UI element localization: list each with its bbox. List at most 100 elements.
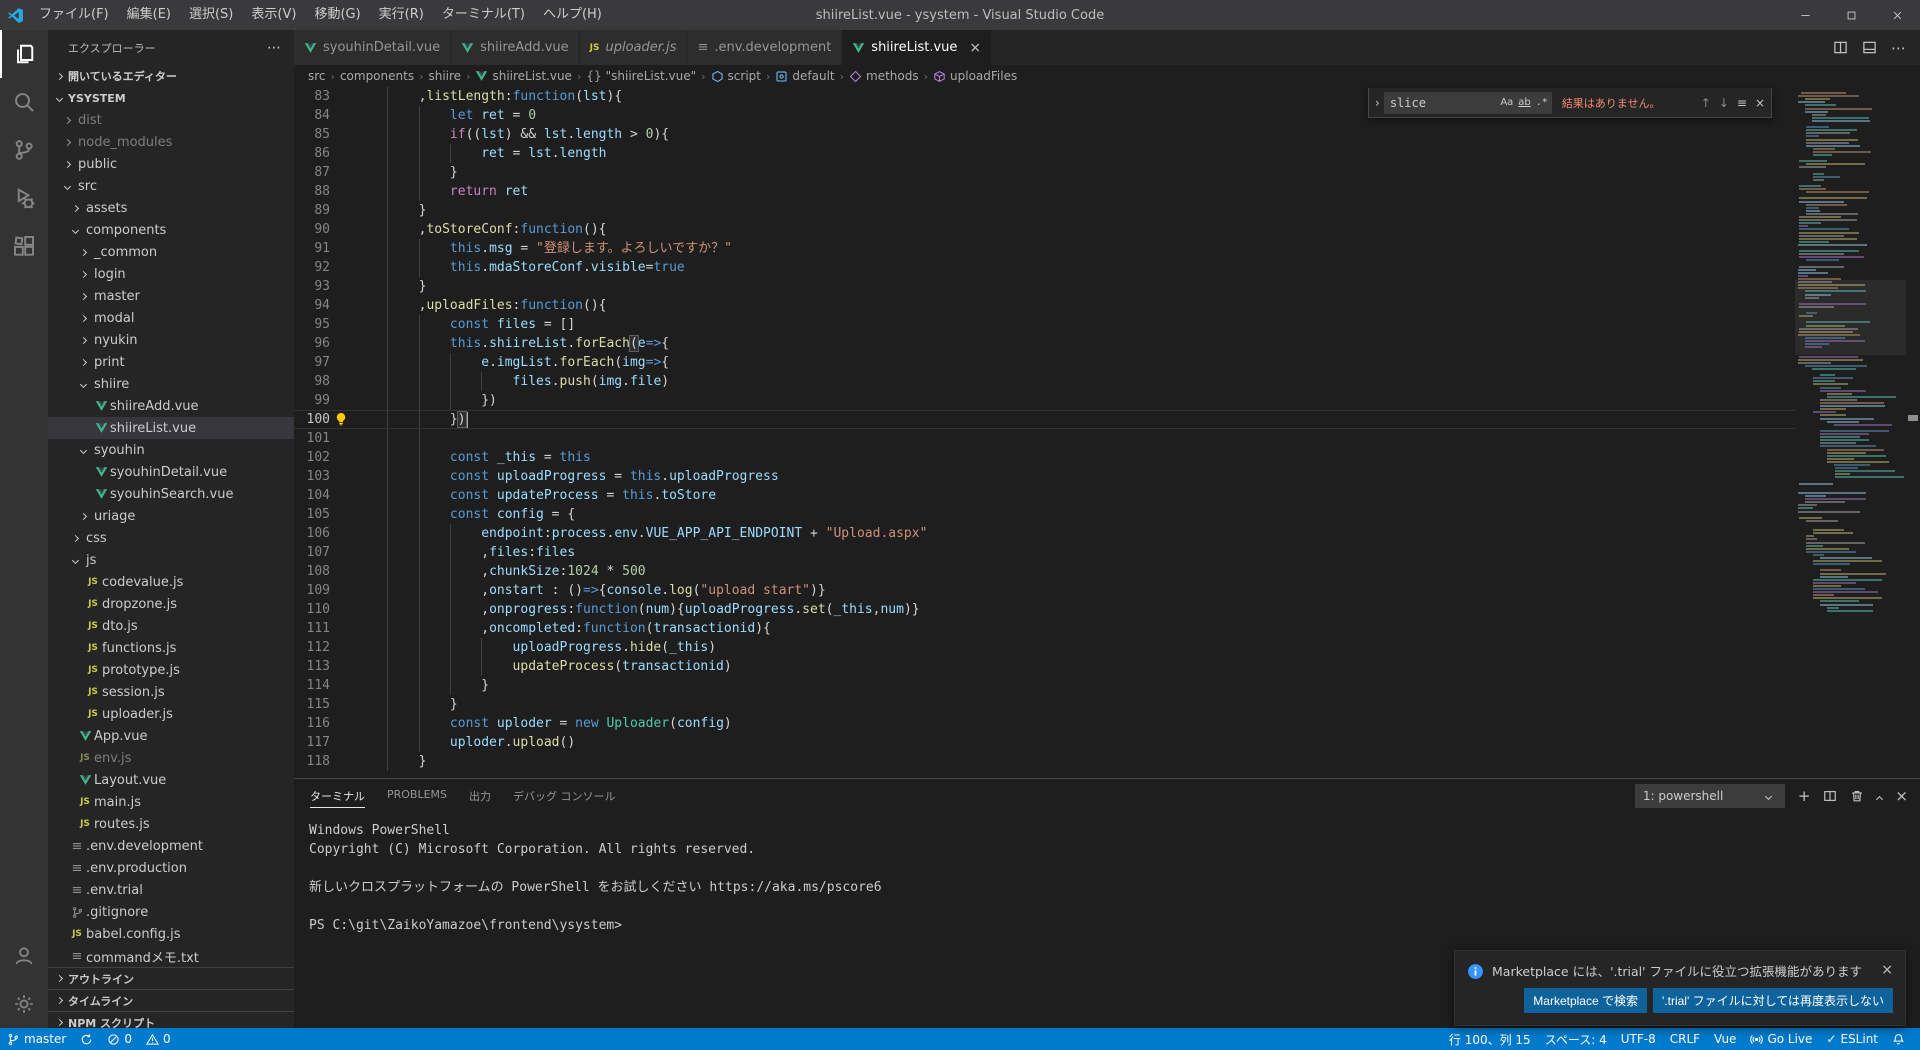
code-line-89[interactable]: 89 } bbox=[294, 201, 1795, 220]
code-line-114[interactable]: 114 } bbox=[294, 676, 1795, 695]
section-open-editors[interactable]: 開いているエディター bbox=[48, 65, 294, 87]
menu-item[interactable]: ターミナル(T) bbox=[433, 0, 534, 30]
code-line-113[interactable]: 113 updateProcess(transactionid) bbox=[294, 657, 1795, 676]
lightbulb-icon[interactable] bbox=[334, 412, 348, 426]
tree-file-syouhinDetail.vue[interactable]: syouhinDetail.vue bbox=[48, 461, 294, 483]
tree-folder-css[interactable]: css bbox=[48, 527, 294, 549]
menu-item[interactable]: 編集(E) bbox=[118, 0, 180, 30]
code-line-97[interactable]: 97 e.imgList.forEach(img=>{ bbox=[294, 353, 1795, 372]
tree-folder-_common[interactable]: _common bbox=[48, 241, 294, 263]
tree-file-dto.js[interactable]: JSdto.js bbox=[48, 615, 294, 637]
tree-folder-node_modules[interactable]: node_modules bbox=[48, 131, 294, 153]
breadcrumb-item-components[interactable]: components bbox=[340, 69, 414, 83]
tree-folder-dist[interactable]: dist bbox=[48, 109, 294, 131]
tree-file-session.js[interactable]: JSsession.js bbox=[48, 681, 294, 703]
new-terminal-icon[interactable]: + bbox=[1798, 789, 1811, 804]
tree-file-.env.production[interactable]: ≡.env.production bbox=[48, 857, 294, 879]
code-line-110[interactable]: 110 ,onprogress:function(num){uploadProg… bbox=[294, 600, 1795, 619]
tab-shiireAdd.vue[interactable]: shiireAdd.vue bbox=[451, 30, 580, 65]
git-branch-status[interactable]: master bbox=[0, 1028, 73, 1050]
code-line-118[interactable]: 118 } bbox=[294, 752, 1795, 771]
code-line-99[interactable]: 99 }) bbox=[294, 391, 1795, 410]
menu-item[interactable]: ファイル(F) bbox=[30, 0, 118, 30]
tree-file-syouhinSearch.vue[interactable]: syouhinSearch.vue bbox=[48, 483, 294, 505]
code-line-96[interactable]: 96 this.shiireList.forEach(e=>{ bbox=[294, 334, 1795, 353]
breadcrumb-item-methods[interactable]: methods bbox=[849, 69, 919, 83]
code-line-109[interactable]: 109 ,onstart : ()=>{console.log("upload … bbox=[294, 581, 1795, 600]
tree-folder-nyukin[interactable]: nyukin bbox=[48, 329, 294, 351]
code-line-87[interactable]: 87 } bbox=[294, 163, 1795, 182]
tab-.env.development[interactable]: ≡.env.development bbox=[687, 30, 842, 65]
whole-word-icon[interactable]: ab bbox=[1518, 97, 1530, 108]
tree-file-codevalue.js[interactable]: JScodevalue.js bbox=[48, 571, 294, 593]
toggle-replace-icon[interactable]: › bbox=[1375, 96, 1380, 110]
status-crlf[interactable]: CRLF bbox=[1663, 1028, 1707, 1050]
tree-file-dropzone.js[interactable]: JSdropzone.js bbox=[48, 593, 294, 615]
kill-terminal-icon[interactable] bbox=[1850, 789, 1864, 803]
notifications-bell[interactable] bbox=[1885, 1028, 1912, 1050]
warnings-status[interactable]: 0 bbox=[139, 1028, 178, 1050]
activity-source-control[interactable] bbox=[0, 126, 48, 174]
tree-file-main.js[interactable]: JSmain.js bbox=[48, 791, 294, 813]
tab-syouhinDetail.vue[interactable]: syouhinDetail.vue bbox=[294, 30, 451, 65]
tree-file-.env.trial[interactable]: ≡.env.trial bbox=[48, 879, 294, 901]
close-button[interactable] bbox=[1874, 0, 1920, 30]
find-in-selection-icon[interactable]: ≡ bbox=[1737, 96, 1747, 110]
code-editor[interactable]: 83 ,listLength:function(lst){84 let ret … bbox=[294, 87, 1920, 778]
code-line-90[interactable]: 90 ,toStoreConf:function(){ bbox=[294, 220, 1795, 239]
section-outline[interactable]: アウトライン bbox=[48, 967, 294, 989]
status-4[interactable]: スペース: 4 bbox=[1538, 1028, 1614, 1050]
maximize-button[interactable] bbox=[1828, 0, 1874, 30]
tree-folder-public[interactable]: public bbox=[48, 153, 294, 175]
code-line-91[interactable]: 91 this.msg = "登録します。よろしいですか？" bbox=[294, 239, 1795, 258]
code-line-115[interactable]: 115 } bbox=[294, 695, 1795, 714]
code-line-93[interactable]: 93 } bbox=[294, 277, 1795, 296]
previous-match-icon[interactable]: ↑ bbox=[1701, 96, 1711, 110]
code-line-116[interactable]: 116 const uploder = new Uploader(config) bbox=[294, 714, 1795, 733]
code-line-108[interactable]: 108 ,chunkSize:1024 * 500 bbox=[294, 562, 1795, 581]
split-editor-icon[interactable] bbox=[1833, 40, 1848, 55]
tab-shiireList.vue[interactable]: shiireList.vue× bbox=[842, 30, 992, 65]
code-line-86[interactable]: 86 ret = lst.length bbox=[294, 144, 1795, 163]
tree-folder-print[interactable]: print bbox=[48, 351, 294, 373]
tree-file-babel.config.js[interactable]: JSbabel.config.js bbox=[48, 923, 294, 945]
find-input[interactable]: slice Aa ab .* bbox=[1384, 92, 1552, 114]
code-line-106[interactable]: 106 endpoint:process.env.VUE_APP_API_END… bbox=[294, 524, 1795, 543]
panel-tab-デバッグ コンソール[interactable]: デバッグ コンソール bbox=[513, 784, 616, 808]
terminal-output[interactable]: Windows PowerShellCopyright (C) Microsof… bbox=[294, 813, 1920, 935]
tree-file-App.vue[interactable]: App.vue bbox=[48, 725, 294, 747]
activity-search[interactable] bbox=[0, 78, 48, 126]
editor-layout-icon[interactable] bbox=[1862, 40, 1877, 55]
menu-item[interactable]: 実行(R) bbox=[370, 0, 433, 30]
tree-file-functions.js[interactable]: JSfunctions.js bbox=[48, 637, 294, 659]
tree-folder-login[interactable]: login bbox=[48, 263, 294, 285]
breadcrumb-item-src[interactable]: src bbox=[308, 69, 326, 83]
close-tab-icon[interactable]: × bbox=[969, 41, 981, 55]
breadcrumb-item-script[interactable]: script bbox=[711, 69, 761, 83]
code-line-95[interactable]: 95 const files = [] bbox=[294, 315, 1795, 334]
code-line-111[interactable]: 111 ,oncompleted:function(transactionid)… bbox=[294, 619, 1795, 638]
views-more-actions-icon[interactable]: ⋯ bbox=[267, 40, 282, 56]
close-panel-icon[interactable]: × bbox=[1895, 789, 1908, 804]
activity-run-debug[interactable] bbox=[0, 174, 48, 222]
tree-file-.gitignore[interactable]: .gitignore bbox=[48, 901, 294, 923]
go-live-status[interactable]: Go Live bbox=[1743, 1028, 1819, 1050]
breadcrumb-item-default[interactable]: default bbox=[775, 69, 834, 83]
code-line-107[interactable]: 107 ,files:files bbox=[294, 543, 1795, 562]
tree-folder-syouhin[interactable]: syouhin bbox=[48, 439, 294, 461]
tree-file-Layout.vue[interactable]: Layout.vue bbox=[48, 769, 294, 791]
tree-folder-modal[interactable]: modal bbox=[48, 307, 294, 329]
status-utf8[interactable]: UTF-8 bbox=[1614, 1028, 1663, 1050]
panel-tab-出力[interactable]: 出力 bbox=[469, 784, 491, 808]
eslint-status[interactable]: ✓ESLint bbox=[1819, 1028, 1885, 1050]
code-line-105[interactable]: 105 const config = { bbox=[294, 505, 1795, 524]
tree-file-shiireAdd.vue[interactable]: shiireAdd.vue bbox=[48, 395, 294, 417]
breadcrumb-item-shiireList.vue[interactable]: {}"shiireList.vue" bbox=[586, 69, 696, 83]
tree-file-routes.js[interactable]: JSroutes.js bbox=[48, 813, 294, 835]
tree-folder-assets[interactable]: assets bbox=[48, 197, 294, 219]
menu-item[interactable]: 表示(V) bbox=[242, 0, 305, 30]
sync-status[interactable] bbox=[73, 1028, 100, 1050]
code-line-94[interactable]: 94 ,uploadFiles:function(){ bbox=[294, 296, 1795, 315]
maximize-panel-icon[interactable] bbox=[1877, 787, 1882, 806]
tree-folder-src[interactable]: src bbox=[48, 175, 294, 197]
